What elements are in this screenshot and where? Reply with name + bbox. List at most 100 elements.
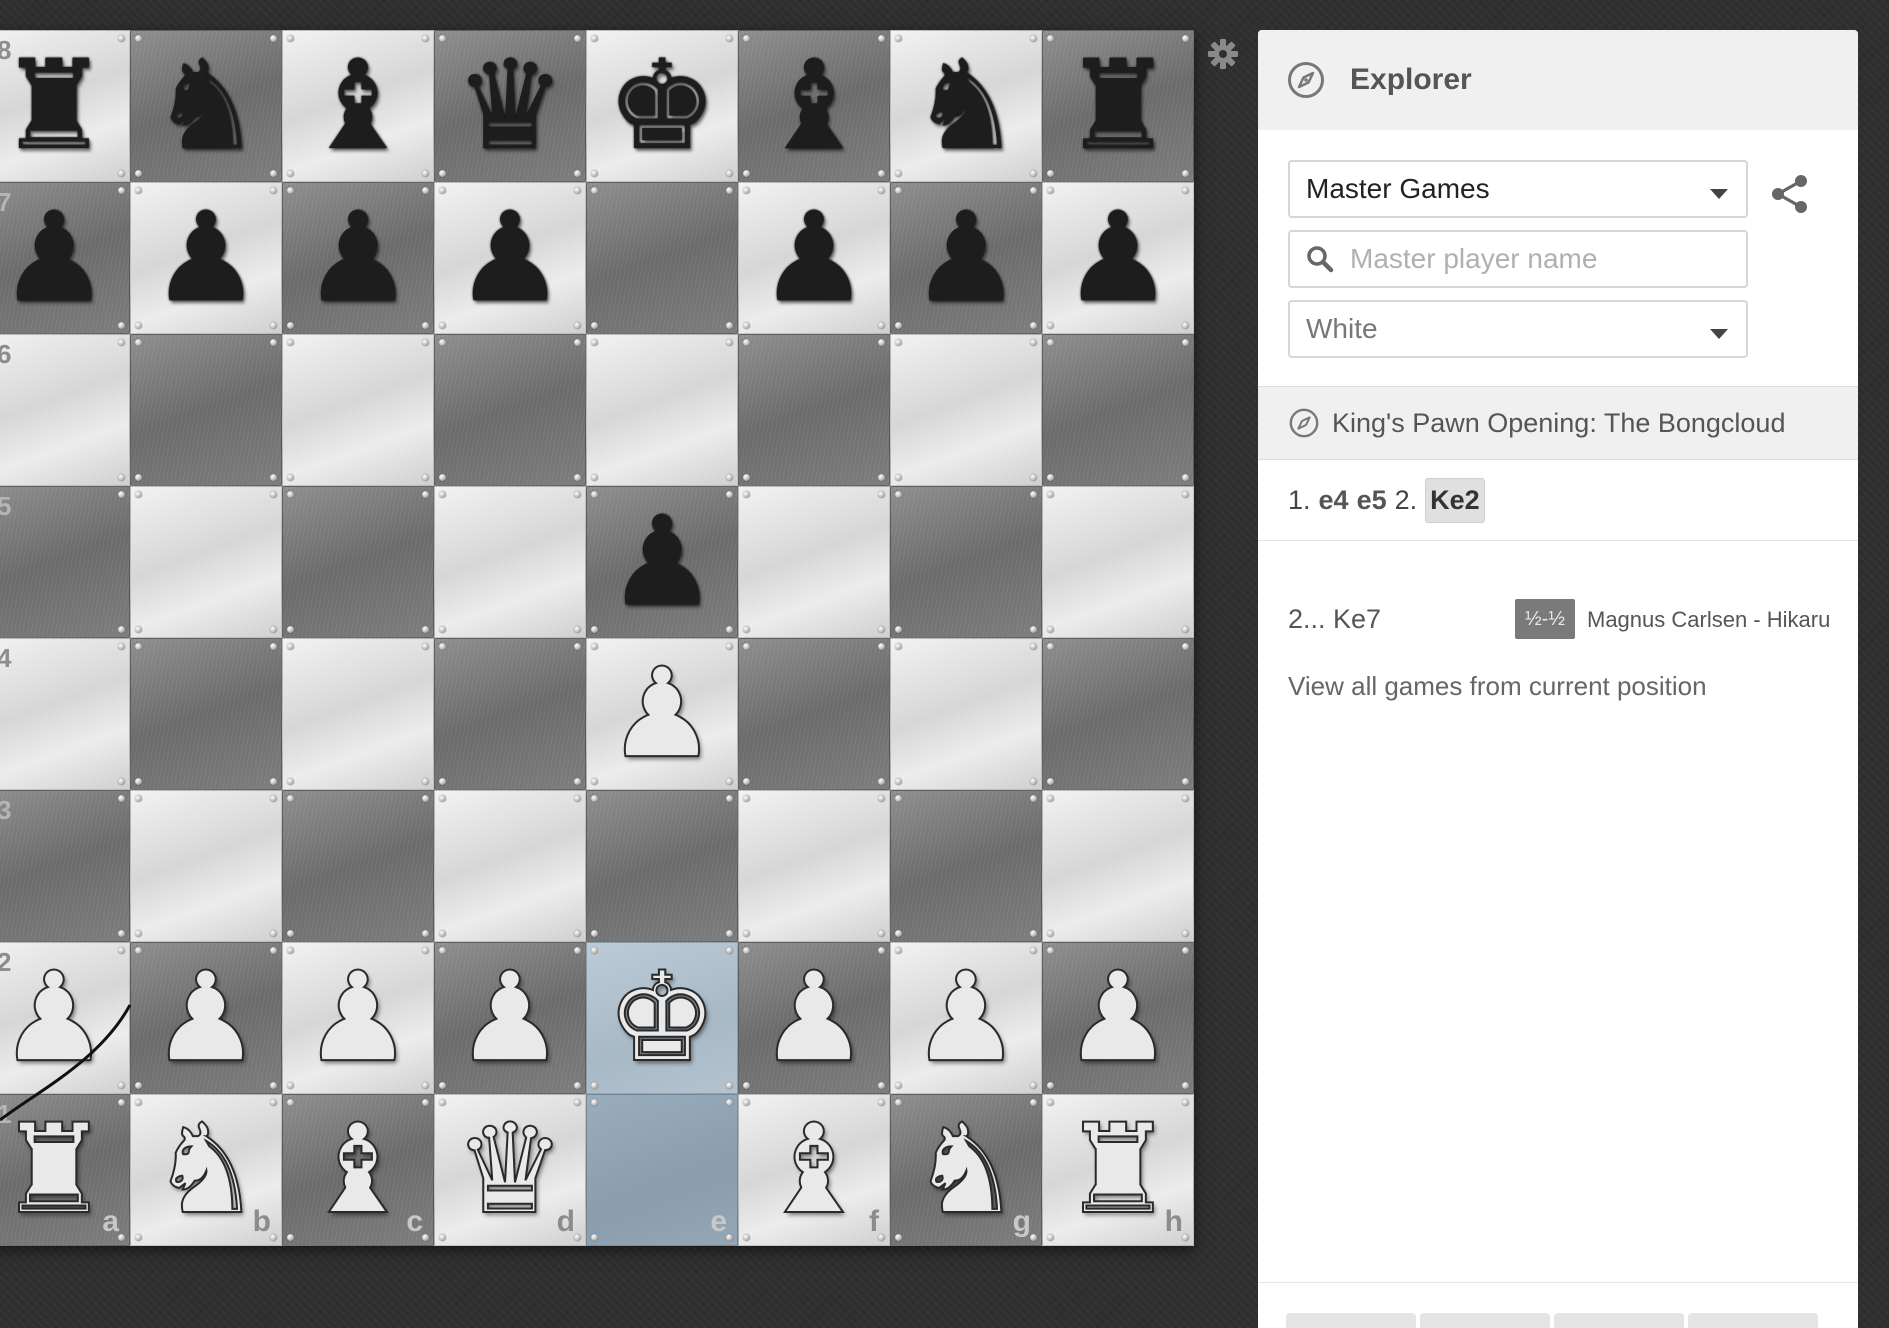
square-g2[interactable]: ♟ [890, 942, 1042, 1094]
square-a8[interactable]: 8♜ [0, 30, 130, 182]
square-g8[interactable]: ♞ [890, 30, 1042, 182]
square-e4[interactable]: ♟ [586, 638, 738, 790]
black-bishop-f8[interactable]: ♝ [739, 31, 889, 181]
square-g5[interactable] [890, 486, 1042, 638]
square-e7[interactable] [586, 182, 738, 334]
black-pawn-g7[interactable]: ♟ [891, 183, 1041, 333]
square-e5[interactable]: ♟ [586, 486, 738, 638]
square-b3[interactable] [130, 790, 282, 942]
square-f3[interactable] [738, 790, 890, 942]
white-pawn-b2[interactable]: ♟ [131, 943, 281, 1093]
black-knight-g8[interactable]: ♞ [891, 31, 1041, 181]
square-d7[interactable]: ♟ [434, 182, 586, 334]
square-b6[interactable] [130, 334, 282, 486]
square-g6[interactable] [890, 334, 1042, 486]
square-d8[interactable]: ♛ [434, 30, 586, 182]
square-f4[interactable] [738, 638, 890, 790]
square-c4[interactable] [282, 638, 434, 790]
black-rook-h8[interactable]: ♜ [1043, 31, 1193, 181]
color-select[interactable]: White [1288, 300, 1748, 358]
square-a5[interactable]: 5 [0, 486, 130, 638]
toolbar-button[interactable] [1286, 1313, 1416, 1328]
black-pawn-h7[interactable]: ♟ [1043, 183, 1193, 333]
black-pawn-e5[interactable]: ♟ [587, 487, 737, 637]
move-e5[interactable]: e5 [1357, 485, 1387, 516]
black-pawn-a7[interactable]: ♟ [0, 183, 129, 333]
player-search-input[interactable] [1348, 242, 1712, 276]
square-b5[interactable] [130, 486, 282, 638]
black-bishop-c8[interactable]: ♝ [283, 31, 433, 181]
black-pawn-b7[interactable]: ♟ [131, 183, 281, 333]
square-c8[interactable]: ♝ [282, 30, 434, 182]
square-c1[interactable]: c ♝ [282, 1094, 434, 1246]
square-h5[interactable] [1042, 486, 1194, 638]
square-g4[interactable] [890, 638, 1042, 790]
square-f1[interactable]: f ♝ [738, 1094, 890, 1246]
view-all-games-link[interactable]: View all games from current position [1258, 671, 1858, 702]
square-g7[interactable]: ♟ [890, 182, 1042, 334]
move-ke2-current[interactable]: Ke2 [1425, 477, 1485, 523]
white-pawn-g2[interactable]: ♟ [891, 943, 1041, 1093]
square-d2[interactable]: ♟ [434, 942, 586, 1094]
black-rook-a8[interactable]: ♜ [0, 31, 129, 181]
square-h7[interactable]: ♟ [1042, 182, 1194, 334]
game-row[interactable]: 2... Ke7 ½-½ Magnus Carlsen - Hikaru [1258, 599, 1858, 639]
square-f6[interactable] [738, 334, 890, 486]
black-pawn-f7[interactable]: ♟ [739, 183, 889, 333]
square-h2[interactable]: ♟ [1042, 942, 1194, 1094]
square-d3[interactable] [434, 790, 586, 942]
square-b2[interactable]: ♟ [130, 942, 282, 1094]
square-h6[interactable] [1042, 334, 1194, 486]
square-b1[interactable]: b ♞ [130, 1094, 282, 1246]
black-queen-d8[interactable]: ♛ [435, 31, 585, 181]
square-h1[interactable]: h ♜ [1042, 1094, 1194, 1246]
black-pawn-c7[interactable]: ♟ [283, 183, 433, 333]
toolbar-button[interactable] [1688, 1313, 1818, 1328]
square-a1[interactable]: 1a♜ [0, 1094, 130, 1246]
square-c3[interactable] [282, 790, 434, 942]
square-a6[interactable]: 6 [0, 334, 130, 486]
white-pawn-c2[interactable]: ♟ [283, 943, 433, 1093]
square-d4[interactable] [434, 638, 586, 790]
square-d1[interactable]: d ♛ [434, 1094, 586, 1246]
square-h8[interactable]: ♜ [1042, 30, 1194, 182]
white-pawn-a2[interactable]: ♟ [0, 943, 129, 1093]
square-b8[interactable]: ♞ [130, 30, 282, 182]
square-f7[interactable]: ♟ [738, 182, 890, 334]
move-e4[interactable]: e4 [1319, 485, 1349, 516]
square-b4[interactable] [130, 638, 282, 790]
square-g1[interactable]: g ♞ [890, 1094, 1042, 1246]
square-h3[interactable] [1042, 790, 1194, 942]
player-search-field[interactable] [1288, 230, 1748, 288]
square-c5[interactable] [282, 486, 434, 638]
square-a2[interactable]: 2♟ [0, 942, 130, 1094]
toolbar-button[interactable] [1554, 1313, 1684, 1328]
square-a3[interactable]: 3 [0, 790, 130, 942]
white-pawn-f2[interactable]: ♟ [739, 943, 889, 1093]
square-a7[interactable]: 7♟ [0, 182, 130, 334]
square-d6[interactable] [434, 334, 586, 486]
square-e2[interactable]: ♚ [586, 942, 738, 1094]
square-c2[interactable]: ♟ [282, 942, 434, 1094]
square-c7[interactable]: ♟ [282, 182, 434, 334]
square-g3[interactable] [890, 790, 1042, 942]
square-e6[interactable] [586, 334, 738, 486]
white-bishop-f1[interactable]: ♝ [739, 1095, 889, 1245]
square-f2[interactable]: ♟ [738, 942, 890, 1094]
square-c6[interactable] [282, 334, 434, 486]
square-e3[interactable] [586, 790, 738, 942]
white-king-e2[interactable]: ♚ [587, 943, 737, 1093]
white-pawn-e4[interactable]: ♟ [587, 639, 737, 789]
square-f8[interactable]: ♝ [738, 30, 890, 182]
black-knight-b8[interactable]: ♞ [131, 31, 281, 181]
white-pawn-h2[interactable]: ♟ [1043, 943, 1193, 1093]
gear-icon[interactable] [1207, 38, 1239, 70]
square-b7[interactable]: ♟ [130, 182, 282, 334]
square-e8[interactable]: ♚ [586, 30, 738, 182]
square-e1[interactable]: e [586, 1094, 738, 1246]
database-select[interactable]: Master Games [1288, 160, 1748, 218]
square-h4[interactable] [1042, 638, 1194, 790]
black-king-e8[interactable]: ♚ [587, 31, 737, 181]
square-d5[interactable] [434, 486, 586, 638]
chess-board[interactable]: 8♜♞♝♛♚♝♞♜7♟♟♟♟♟♟♟65♟4♟32♟♟♟♟♚♟♟♟1a♜b♞c♝d… [0, 30, 1194, 1246]
